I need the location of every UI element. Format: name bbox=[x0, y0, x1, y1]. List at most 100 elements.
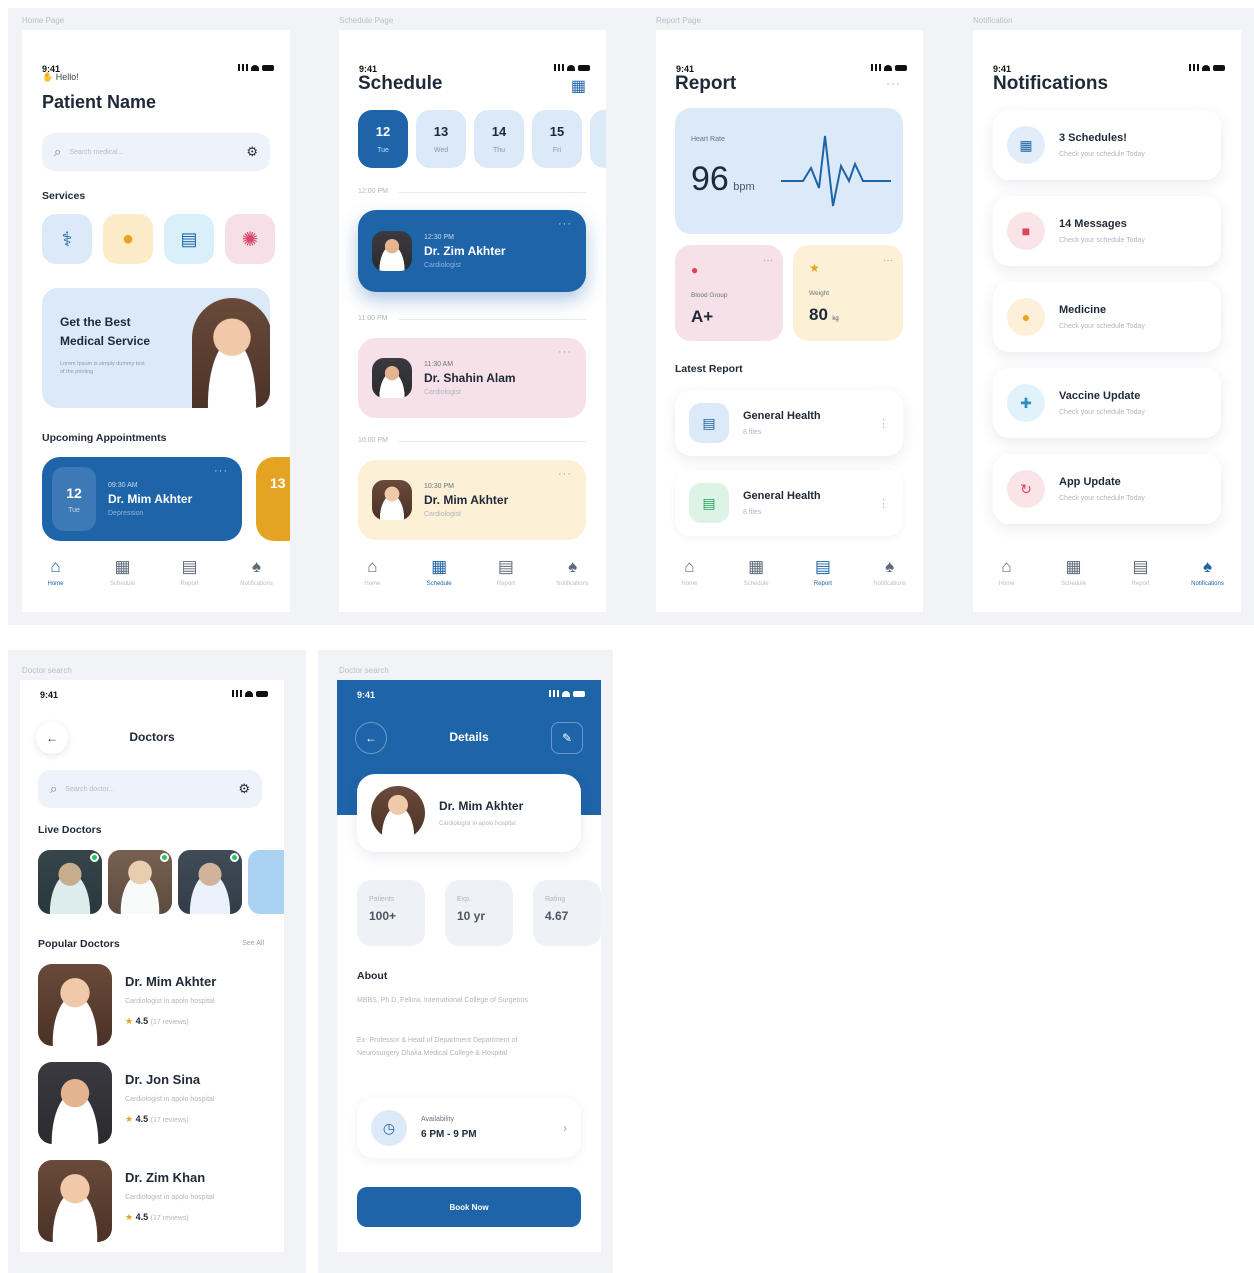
doctor-avatar bbox=[372, 231, 412, 271]
doctor-list-item[interactable]: Dr. Mim Akhter Cardiologist in apolo hos… bbox=[38, 964, 268, 1046]
nav-report[interactable]: ▤ Report bbox=[1113, 558, 1169, 587]
status-bar: 9:41 bbox=[20, 690, 284, 704]
service-pills[interactable]: ● bbox=[103, 214, 153, 264]
nav-schedule[interactable]: ▦ Schedule bbox=[728, 558, 784, 587]
date-chip[interactable]: 15 Fri bbox=[532, 110, 582, 168]
home-icon: ⌂ bbox=[1001, 557, 1012, 576]
book-now-button[interactable]: Book Now bbox=[357, 1187, 581, 1227]
schedule-card[interactable]: 11:30 AM Dr. Shahin Alam Cardiologist ··… bbox=[358, 338, 586, 418]
notification-sub: Check your schedule Today bbox=[1059, 237, 1145, 244]
more-icon[interactable]: ··· bbox=[558, 468, 572, 480]
more-icon[interactable]: ··· bbox=[886, 76, 901, 90]
notification-item[interactable]: ✚ Vaccine Update Check your schedule Toda… bbox=[993, 368, 1221, 438]
doctor-rating: ★ 4.5 (17 reviews) bbox=[125, 1212, 189, 1223]
availability-value: 6 PM - 9 PM bbox=[421, 1129, 477, 1140]
nav-home[interactable]: ⌂ Home bbox=[344, 558, 400, 587]
search-icon: ⌕ bbox=[54, 144, 62, 159]
patient-name: Patient Name bbox=[42, 92, 157, 112]
notification-item[interactable]: ● Medicine Check your schedule Today bbox=[993, 282, 1221, 352]
battery-icon bbox=[262, 64, 274, 71]
date-chip[interactable]: 13 Wed bbox=[416, 110, 466, 168]
more-icon[interactable]: ··· bbox=[558, 218, 572, 230]
slot-specialty: Cardiologist bbox=[424, 388, 461, 396]
ecg-icon bbox=[781, 135, 891, 207]
nav-notifications[interactable]: ♠ Notifications bbox=[862, 558, 918, 587]
nav-notifications[interactable]: ♠ Notifications bbox=[545, 558, 601, 587]
pills-icon: ● bbox=[121, 227, 135, 250]
date-num: 15 bbox=[549, 124, 565, 139]
nav-home[interactable]: ⌂ Home bbox=[28, 558, 84, 587]
upcoming-appointment-card[interactable]: 12 Tue 09:30 AM Dr. Mim Akhter Depressio… bbox=[42, 457, 242, 541]
report-item[interactable]: ▤ General Health 8 files ⋮ bbox=[675, 390, 903, 456]
appointment-time: 09:30 AM bbox=[108, 481, 138, 489]
nav-home[interactable]: ⌂ Home bbox=[661, 558, 717, 587]
see-all-link[interactable]: See All bbox=[242, 940, 264, 947]
nav-schedule[interactable]: ▦ Schedule bbox=[95, 558, 151, 587]
board-label: Report Page bbox=[656, 16, 701, 25]
weight-card[interactable]: ★ ··· Weight 80 kg bbox=[793, 245, 903, 341]
live-doctor-partial[interactable] bbox=[248, 850, 284, 914]
bottom-nav: ⌂ Home ▦ Schedule ▤ Report ♠ Notifications bbox=[656, 546, 923, 612]
doctor-search-bar[interactable]: ⌕ Search doctor... ⚙ bbox=[38, 770, 262, 808]
nav-report[interactable]: ▤ Report bbox=[795, 558, 851, 587]
heart-rate-card[interactable]: Heart Rate 96 bpm bbox=[675, 108, 903, 234]
next-appointment-card[interactable]: 13 bbox=[256, 457, 290, 541]
service-virus[interactable]: ✺ bbox=[225, 214, 275, 264]
stat-value: 100+ bbox=[369, 909, 397, 923]
live-doctor[interactable] bbox=[38, 850, 102, 914]
more-icon[interactable]: ··· bbox=[883, 255, 893, 266]
date-chip[interactable]: 14 Thu bbox=[474, 110, 524, 168]
nav-label: Schedule bbox=[109, 581, 136, 587]
doctor-avatar bbox=[38, 964, 112, 1046]
chevron-right-icon: › bbox=[563, 1121, 567, 1135]
more-icon[interactable]: ··· bbox=[214, 465, 228, 477]
bottom-nav: ⌂ Home ▦ Schedule ▤ Report ♠ Notifications bbox=[973, 546, 1241, 612]
live-doctor[interactable] bbox=[178, 850, 242, 914]
more-icon[interactable]: ··· bbox=[558, 346, 572, 358]
doctor-profile-card[interactable]: Dr. Mim Akhter Cardiologist in apolo hosp… bbox=[357, 774, 581, 852]
calendar-icon[interactable]: ▦ bbox=[571, 76, 586, 96]
kebab-icon[interactable]: ⋮ bbox=[878, 417, 889, 430]
notification-item[interactable]: ↻ App Update Check your schedule Today bbox=[993, 454, 1221, 524]
search-input[interactable]: Search doctor... bbox=[65, 786, 230, 793]
nav-home[interactable]: ⌂ Home bbox=[979, 558, 1035, 587]
date-chip-selected[interactable]: 12 Tue bbox=[358, 110, 408, 168]
nav-notifications[interactable]: ♠ Notifications bbox=[1180, 558, 1236, 587]
clipboard-icon: ▤ bbox=[180, 228, 198, 249]
filter-icon[interactable]: ⚙ bbox=[246, 144, 258, 160]
nav-label: Report bbox=[180, 581, 199, 587]
promo-banner[interactable]: Get the Best Medical Service Lorem Ipsum… bbox=[42, 288, 270, 408]
nav-report[interactable]: ▤ Report bbox=[478, 558, 534, 587]
kebab-icon[interactable]: ⋮ bbox=[878, 497, 889, 510]
edit-button[interactable]: ✎ bbox=[551, 722, 583, 754]
blood-group-card[interactable]: ● ··· Blood Group A+ bbox=[675, 245, 783, 341]
review-count: (17 reviews) bbox=[150, 1215, 189, 1222]
report-item[interactable]: ▤ General Health 8 files ⋮ bbox=[675, 470, 903, 536]
more-icon[interactable]: ··· bbox=[763, 255, 773, 266]
notification-item[interactable]: ▦ 3 Schedules! Check your schedule Today bbox=[993, 110, 1221, 180]
service-doctor[interactable]: ⚕ bbox=[42, 214, 92, 264]
nav-notifications[interactable]: ♠ Notifications bbox=[229, 558, 285, 587]
heart-rate-unit: bpm bbox=[733, 181, 755, 193]
nav-schedule[interactable]: ▦ Schedule bbox=[411, 558, 467, 587]
nav-schedule[interactable]: ▦ Schedule bbox=[1046, 558, 1102, 587]
doctor-list-item[interactable]: Dr. Jon Sina Cardiologist in apolo hospi… bbox=[38, 1062, 268, 1144]
date-chip-partial[interactable] bbox=[590, 110, 606, 168]
schedule-card-active[interactable]: 12:30 PM Dr. Zim Akhter Cardiologist ··· bbox=[358, 210, 586, 292]
doctor-rating: ★ 4.5 (17 reviews) bbox=[125, 1016, 189, 1027]
schedule-card[interactable]: 10:30 PM Dr. Mim Akhter Cardiologist ··· bbox=[358, 460, 586, 540]
doctor-list-item[interactable]: Dr. Zim Khan Cardiologist in apolo hospi… bbox=[38, 1160, 268, 1242]
wifi-icon bbox=[562, 690, 570, 697]
nav-report[interactable]: ▤ Report bbox=[162, 558, 218, 587]
search-input[interactable]: Search medical... bbox=[69, 149, 238, 156]
service-report[interactable]: ▤ bbox=[164, 214, 214, 264]
live-doctor[interactable] bbox=[108, 850, 172, 914]
filter-icon[interactable]: ⚙ bbox=[238, 781, 250, 797]
availability-card[interactable]: ◷ Availability 6 PM - 9 PM › bbox=[357, 1098, 581, 1158]
slot-doctor: Dr. Mim Akhter bbox=[424, 492, 509, 507]
report-item-title: General Health bbox=[743, 410, 821, 422]
home-search-bar[interactable]: ⌕ Search medical... ⚙ bbox=[42, 133, 270, 171]
greeting: ✋ Hello! bbox=[42, 72, 79, 83]
date-weekday: Wed bbox=[433, 147, 449, 154]
notification-item[interactable]: ■ 14 Messages Check your schedule Today bbox=[993, 196, 1221, 266]
